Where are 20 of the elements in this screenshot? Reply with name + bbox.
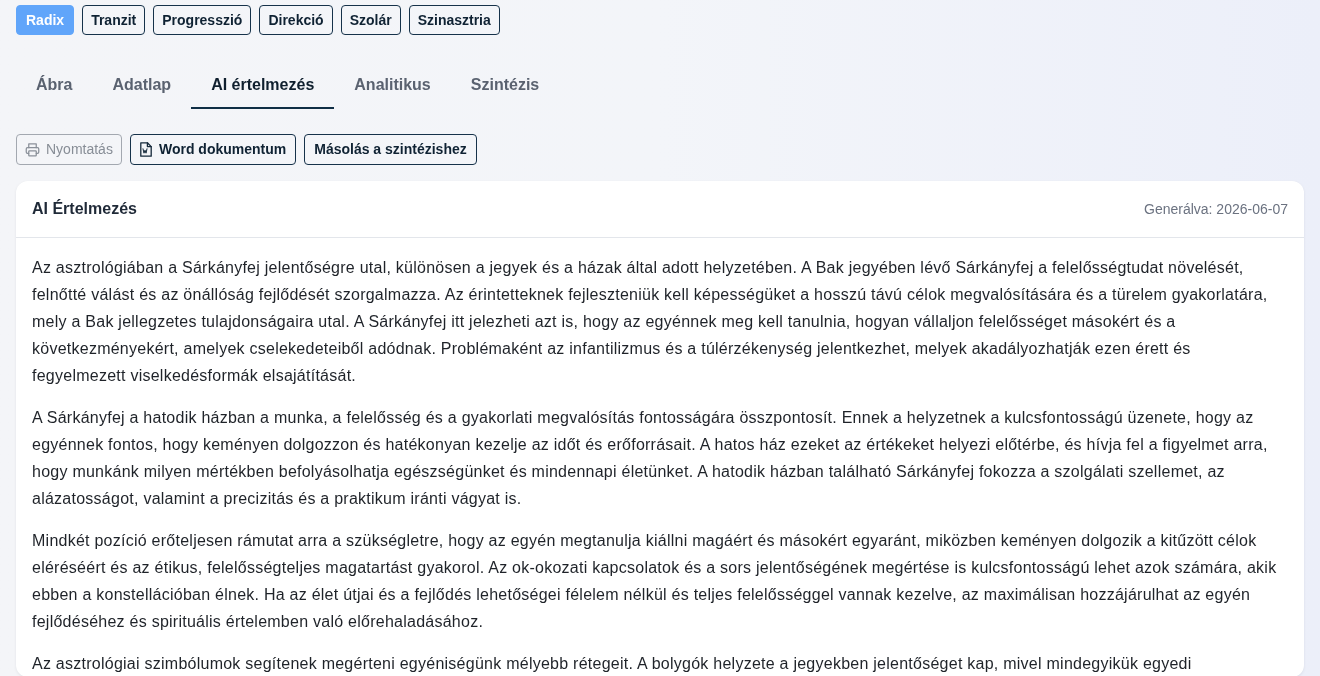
interpretation-paragraph: Az asztrológiában a Sárkányfej jelentőségre utal, különösen a jegyek és a házak által adott helyzetében. A Bak jegyében lévő Sárkányfej a felelősségtudat növelését, felnőtté válást és az önállóság fejlődését szorgalmazza. Az érintetteknek fejleszteniük kell képességüket a hosszú távú célok megvalósítására és a türelem gyakorlatára, mely a Bak jellegzetes tulajdonságaira utal. A Sárkányfej itt jelezheti azt is, hogy az egyénnek meg kell tanulnia, hogyan vállaljon felelősséget másokért és a következményekért, amelyek cselekedeteiből adódnak. Problémaként az infantilizmus és a túlérzékenység jelentkezhet, melyek akadályozhatják ezen érett és fegyelmezett viselkedésformák elsajátítását. — [32, 258, 1269, 386]
interpretation-paragraph: Az asztrológiai szimbólumok segítenek megérteni egyéniségünk mélyebb rétegeit. A bolygók helyzete a jegyekben jelentőséget kap, mivel mindegyikük egyedi — [32, 654, 1193, 674]
tab[interactable]: Adatlap — [92, 61, 192, 109]
card-title: AI Értelmezés — [32, 198, 137, 219]
chart-mode-button[interactable]: Szolár — [340, 5, 401, 35]
interpretation-paragraph: A Sárkányfej a hatodik házban a munka, a felelősség és a gyakorlati megvalósítás fontosságára összpontosít. Ennek a helyzetnek a kulcsfontosságú üzenete, hogy az egyénnek fontos, hogy keményen dolgozzon és hatékonyan kezelje az időt és erőforrásait. A hatos ház ezeket az értékeket helyezi előtérbe, és hívja fel a figyelmet arra, hogy munkánk milyen mértékben befolyásolhatja egészségünket és mindennapi életünket. A hatodik házban található Sárkányfej fokozza a szolgálati szellemet, az alázatosságot, valamint a precizitás és a praktikum iránti vágyat is. — [32, 408, 1269, 509]
chart-mode-button[interactable]: Szinasztria — [408, 5, 500, 35]
copy-button[interactable]: Másolás a szintézishez — [304, 134, 477, 165]
word-export-button[interactable]: Word dokumentum — [129, 134, 297, 165]
chart-mode-button[interactable]: Tranzit — [82, 5, 146, 35]
tab[interactable]: Analitikus — [334, 61, 451, 109]
document-icon — [139, 142, 152, 157]
tab[interactable]: AI értelmezés — [191, 61, 335, 109]
tab[interactable]: Szintézis — [450, 61, 560, 109]
printer-icon — [25, 142, 40, 157]
generated-date: Generálva: 2026-06-07 — [1144, 199, 1288, 219]
tab[interactable]: Ábra — [16, 61, 93, 109]
chart-mode-button[interactable]: Progresszió — [153, 5, 252, 35]
chart-mode-button[interactable]: Direkció — [259, 5, 333, 35]
interpretation-paragraph: Mindkét pozíció erőteljesen rámutat arra a szükségletre, hogy az egyén megtanulja kiállni magáért és másokért egyaránt, miközben keményen dolgozik a kitűzött célok eléréséért és az étikus, felelősségteljes magatartást gyakorol. Az ok-okozati kapcsolatok és a sors jelentőségének megértése is kulcsfontosságú lehet azok számára, akik ebben a konstellációban élnek. Ha az élet útjai és a fejlődés lehetőségei félelem nélkül és teljes felelősséggel vannak kezelve, az maximálisan hozzájárulhat az egyén fejlődéséhez és spirituális értelemben való előrehaladásához. — [32, 531, 1278, 632]
